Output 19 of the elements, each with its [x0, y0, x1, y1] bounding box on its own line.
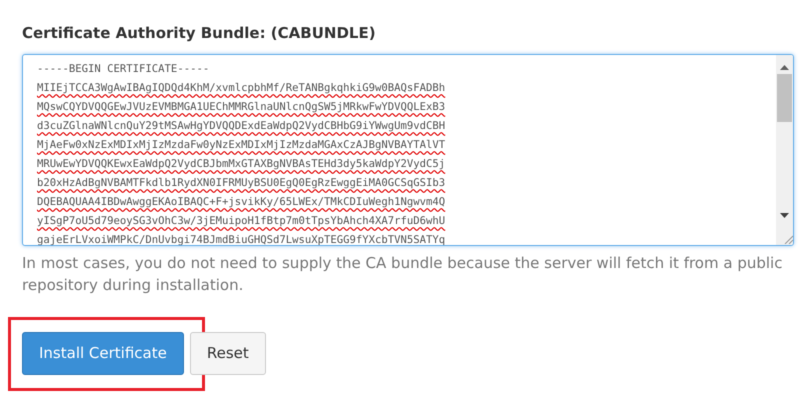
scroll-down-icon[interactable]: [780, 212, 789, 218]
reset-button[interactable]: Reset: [190, 332, 266, 374]
certificate-line: yISgP7oU5d79eoySG3vOhC3w/3jEMuipoH1fBtp7m0tTpsYbAhch4XA7rfuD6whU: [37, 214, 446, 228]
resize-handle-icon[interactable]: [783, 234, 793, 244]
scroll-up-icon[interactable]: [780, 64, 789, 70]
field-label: Certificate Authority Bundle: (CABUNDLE): [22, 23, 377, 44]
certificate-line: MRUwEwYDVQQKEwxEaWdpQ2VydCBJbmMxGTAXBgNVBAsTEHd3dy5kaWdpY2VydC5j: [37, 156, 446, 172]
scrollbar[interactable]: [776, 54, 793, 244]
certificate-line: b20xHzAdBgNVBAMTFkdlb1RydXN0IFRMUyBSU0EgQ0EgRzEwggEiMA0GCSqGSIb3: [37, 176, 446, 190]
certificate-line: gajeErLVxoiWMPkC/DnUvbgi74BJmdBiuGHQSd7LwsuXpTEGG9fYXcbTVN5SATYq: [37, 232, 446, 244]
certificate-line: MjAeFw0xNzExMDIxMjIzMzdaFw0yNzExMDIxMjIzMzdaMGAxCzAJBgNVBAYTAlVT: [37, 138, 446, 152]
certificate-line: MIIEjTCCA3WgAwIBAgIQDQd4KhM/xvmlcpbhMf/ReTANBgkqhkiG9w0BAQsFADBh: [37, 80, 446, 96]
certificate-line: MQswCQYDVQQGEwJVUzEVMBMGA1UEChMMRGlnaUNlcnQgSW5jMRkwFwYDVQQLExB3: [37, 100, 446, 114]
certificate-line: -----BEGIN CERTIFICATE-----: [37, 62, 210, 76]
certificate-field[interactable]: [22, 54, 794, 246]
scrollbar-thumb[interactable]: [777, 74, 792, 122]
certificate-line: DQEBAQUAA4IBDwAwggEKAoIBAQC+F+jsvikKy/65LWEx/TMkCDIuWegh1Ngwvm4Q: [37, 194, 446, 210]
certificate-line: d3cuZGlnaWNlcnQuY29tMSAwHgYDVQQDExdEaWdpQ2VydCBHbG9iYWwgUm9vdCBH: [37, 118, 446, 134]
help-text: In most cases, you do not need to supply the CA bundle because the server will fetch it from a public repository during installation.: [22, 252, 784, 296]
